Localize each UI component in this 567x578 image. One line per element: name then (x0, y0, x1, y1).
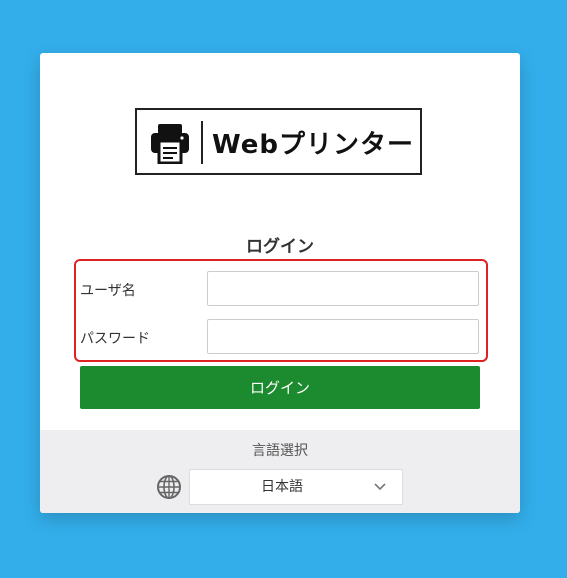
language-selected-value: 日本語 (261, 479, 303, 495)
page-title: ログイン (246, 237, 314, 257)
password-input[interactable] (207, 319, 479, 354)
username-label: ユーザ名 (80, 283, 136, 299)
app-logo: Webプリンター (135, 108, 422, 175)
globe-icon (157, 475, 181, 499)
username-input[interactable] (207, 271, 479, 306)
password-label: パスワード (80, 331, 150, 347)
chevron-down-icon (374, 483, 386, 491)
logo-divider (201, 121, 203, 164)
login-card: Webプリンター ログイン ユーザ名 パスワード ログイン 言語選択 日本語 (40, 53, 520, 513)
language-title: 言語選択 (252, 443, 308, 459)
login-button[interactable]: ログイン (80, 366, 480, 409)
printer-icon (151, 124, 189, 164)
language-footer: 言語選択 日本語 (40, 430, 520, 513)
logo-text: Webプリンター (212, 130, 414, 160)
language-select[interactable]: 日本語 (189, 469, 403, 505)
